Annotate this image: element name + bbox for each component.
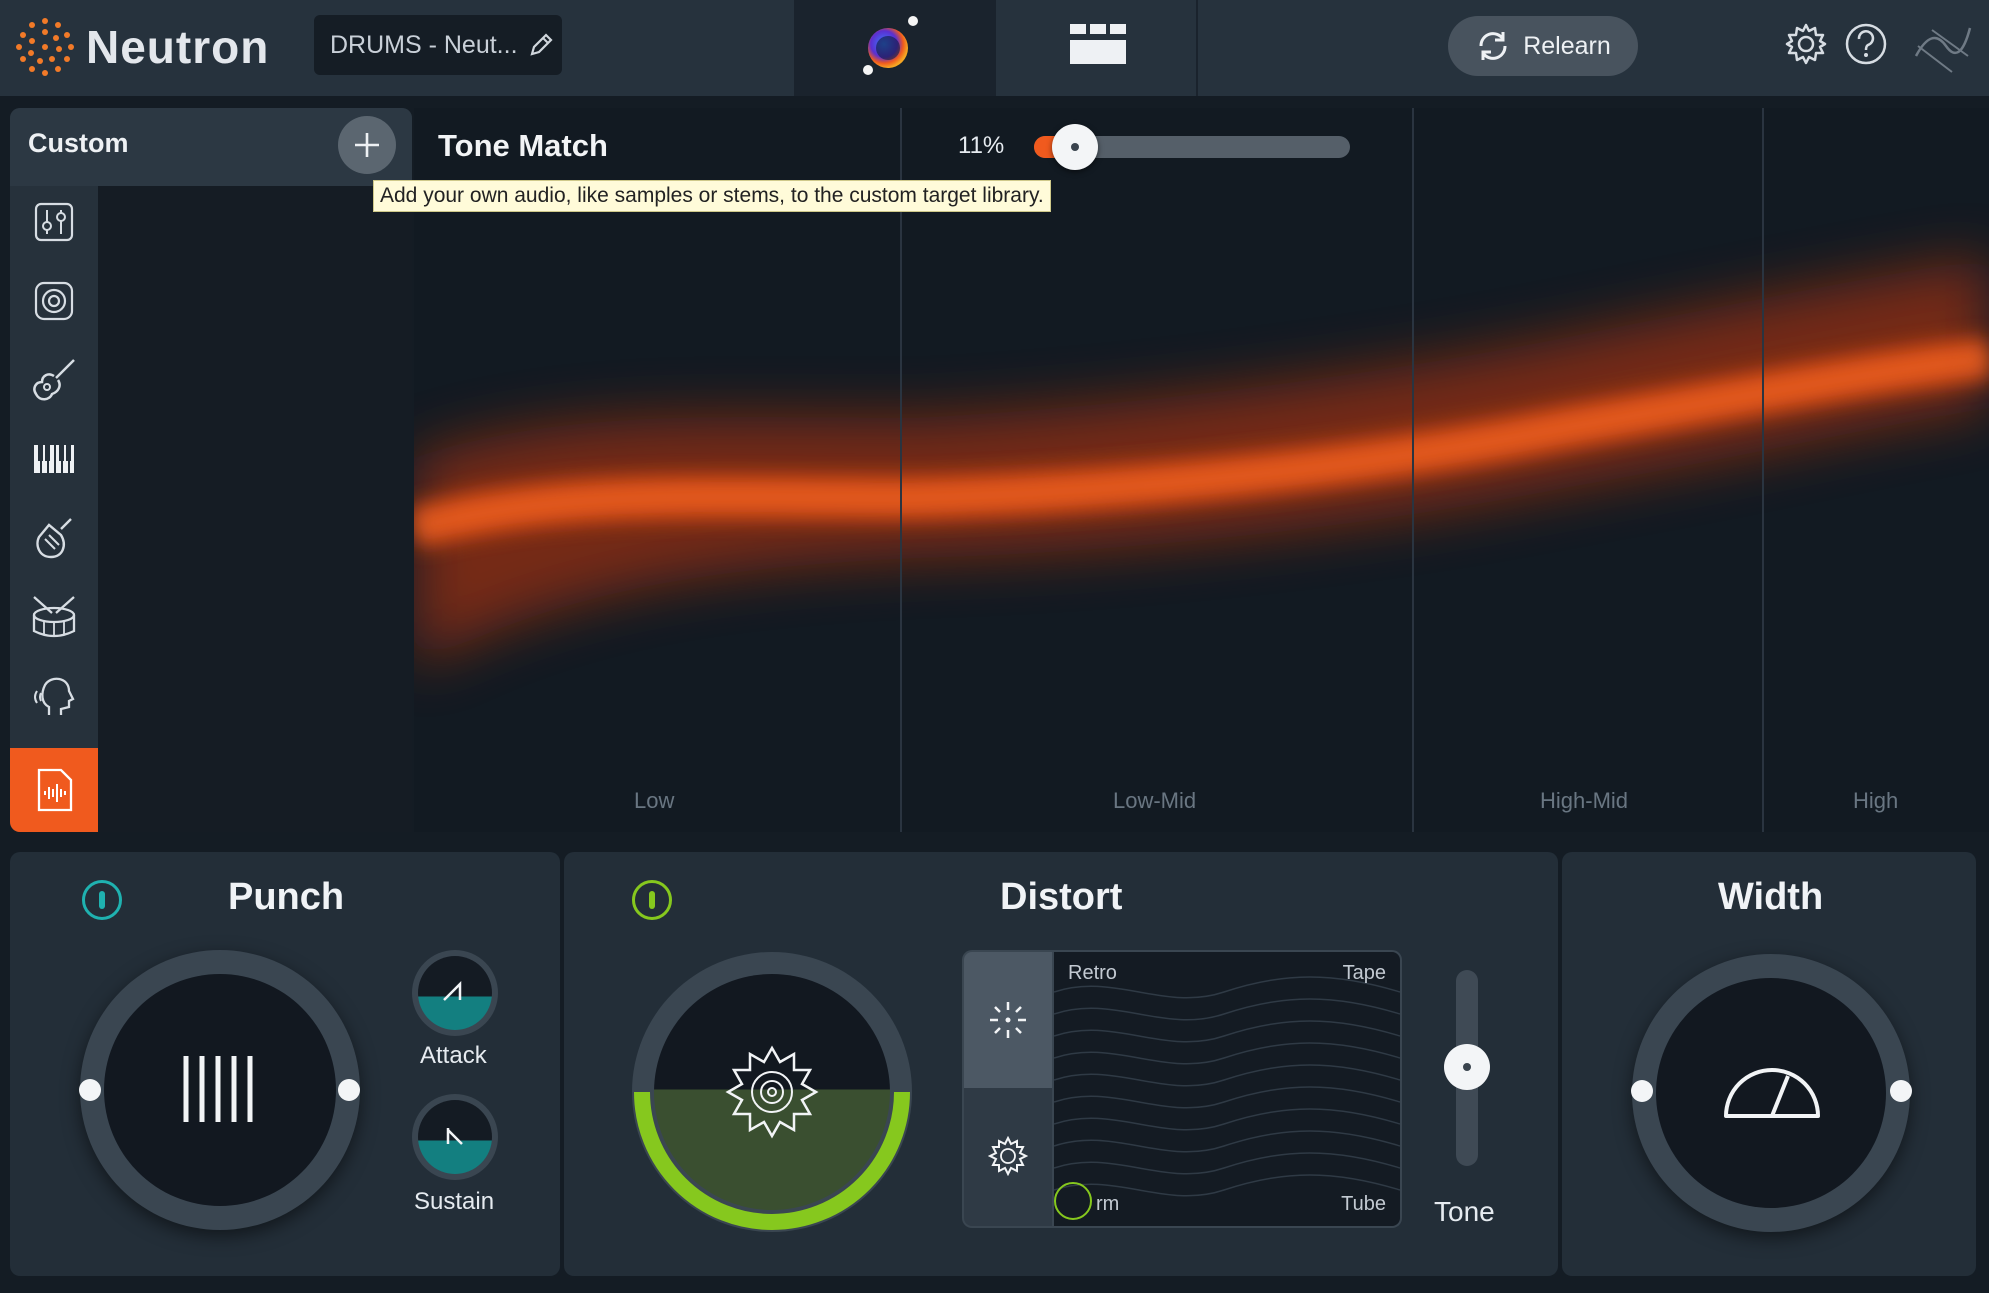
distort-tone-thumb[interactable] xyxy=(1444,1044,1490,1090)
distort-xy-handle[interactable] xyxy=(1054,1182,1092,1220)
modules-grid-icon xyxy=(1070,24,1126,64)
help-icon[interactable] xyxy=(1844,22,1888,66)
vocal-head-icon xyxy=(34,677,75,715)
tone-match-curve xyxy=(414,258,1989,668)
band-divider xyxy=(1412,108,1414,832)
distort-tone-label: Tone xyxy=(1434,1196,1495,1227)
punch-power-button[interactable] xyxy=(82,880,122,920)
assistant-orb-icon xyxy=(863,16,918,75)
tooltip: Add your own audio, like samples or stem… xyxy=(373,180,1051,212)
pencil-icon[interactable] xyxy=(528,32,554,58)
tone-match-amount-value: 11% xyxy=(958,132,1005,159)
izotope-logo-icon xyxy=(1914,27,1972,73)
distort-corner-retro: Retro xyxy=(1068,962,1117,984)
distort-title: Distort xyxy=(1000,876,1123,918)
sustain-label: Sustain xyxy=(414,1188,495,1215)
small-burst-icon xyxy=(988,1136,1028,1176)
preset-name: DRUMS - Neut... xyxy=(330,30,518,59)
category-keys[interactable] xyxy=(10,419,98,499)
app-title: Neutron xyxy=(86,21,270,73)
band-label-high-mid: High-Mid xyxy=(1540,788,1629,813)
width-knob-max-handle[interactable] xyxy=(1890,1080,1912,1102)
punch-knob-max-handle[interactable] xyxy=(338,1079,360,1101)
punch-knob-min-handle[interactable] xyxy=(79,1079,101,1101)
attack-knob[interactable] xyxy=(412,950,498,1036)
distort-wave-lines xyxy=(1054,976,1400,1197)
sustain-knob[interactable] xyxy=(412,1094,498,1180)
distort-xy-pad[interactable]: Retro Tape rm Tube xyxy=(1054,952,1400,1226)
attack-label: Attack xyxy=(420,1042,487,1069)
modules-view-tab[interactable] xyxy=(994,0,1198,96)
width-knob-min-handle[interactable] xyxy=(1631,1080,1653,1102)
audio-file-icon xyxy=(37,768,73,812)
category-custom-file[interactable] xyxy=(10,748,98,832)
category-guitar[interactable] xyxy=(10,340,98,420)
guitar-icon xyxy=(33,359,75,401)
plus-icon xyxy=(355,133,379,157)
target-library-title: Custom xyxy=(28,128,129,158)
tone-match-graph[interactable] xyxy=(414,108,1989,832)
distort-corner-tape: Tape xyxy=(1342,962,1386,984)
piano-keys-icon xyxy=(34,445,74,473)
distort-corner-tube: Tube xyxy=(1341,1193,1386,1215)
category-vocal[interactable] xyxy=(10,656,98,736)
distort-power-button[interactable] xyxy=(632,880,672,920)
neutron-logo-icon xyxy=(16,18,74,76)
distort-corner-warm: rm xyxy=(1096,1193,1120,1215)
width-meter-icon xyxy=(1724,1068,1820,1118)
distort-mode-burst-button[interactable] xyxy=(964,1088,1052,1226)
distort-mode-sparkle-button[interactable] xyxy=(964,952,1052,1088)
preset-name-field[interactable]: DRUMS - Neut... xyxy=(314,15,562,75)
category-speaker[interactable] xyxy=(10,261,98,341)
category-drums[interactable] xyxy=(10,577,98,657)
sparkle-icon xyxy=(990,1002,1026,1038)
tone-match-amount-thumb[interactable] xyxy=(1052,124,1098,170)
category-brass[interactable] xyxy=(10,498,98,578)
attack-curve-icon xyxy=(443,980,462,1001)
distortion-burst-icon xyxy=(725,1045,819,1139)
category-mixer[interactable] xyxy=(10,182,98,262)
punch-title: Punch xyxy=(228,876,345,918)
width-title: Width xyxy=(1718,876,1824,918)
band-label-low: Low xyxy=(634,788,675,813)
add-custom-target-button[interactable] xyxy=(338,116,396,174)
tone-match-title: Tone Match xyxy=(438,128,608,163)
band-label-high: High xyxy=(1853,788,1899,813)
assistant-view-tab[interactable] xyxy=(794,0,994,96)
punch-bars-icon xyxy=(183,1056,253,1122)
brass-icon xyxy=(36,518,72,559)
speaker-icon xyxy=(34,281,74,321)
band-divider xyxy=(1762,108,1764,832)
band-divider xyxy=(900,108,902,832)
settings-gear-icon[interactable] xyxy=(1784,22,1828,66)
refresh-icon xyxy=(1479,32,1507,60)
mixer-icon xyxy=(34,202,74,242)
relearn-label: Relearn xyxy=(1523,31,1611,60)
band-label-low-mid: Low-Mid xyxy=(1113,788,1197,813)
sustain-curve-icon xyxy=(446,1128,463,1145)
relearn-button[interactable]: Relearn xyxy=(1448,16,1638,76)
custom-target-list[interactable] xyxy=(98,186,412,832)
drum-icon xyxy=(32,596,76,638)
